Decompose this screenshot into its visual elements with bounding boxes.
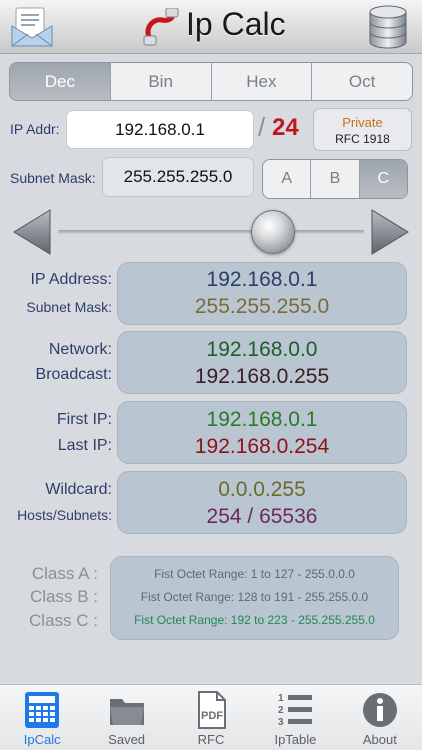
address-type-badge: Private RFC 1918: [313, 108, 412, 151]
tab-ipcalc-label: IpCalc: [23, 732, 61, 747]
prefix-slider-thumb[interactable]: [251, 210, 295, 254]
network-value: 192.168.0.0: [206, 338, 318, 361]
number-base-selector: Dec Bin Hex Oct: [9, 62, 413, 101]
hosts-subnets-value: 254 / 65536: [206, 505, 318, 528]
info-icon: [362, 693, 397, 727]
numbered-list-icon: 123: [278, 693, 313, 728]
tab-saved-label: Saved: [108, 732, 146, 747]
wildcard-value: 0.0.0.255: [218, 478, 306, 501]
class-b-button[interactable]: B: [311, 160, 360, 198]
ip-address-label: IP Addr:: [10, 121, 60, 137]
subnet-mask-result-value: 255.255.255.0: [194, 295, 330, 318]
svg-text:1: 1: [278, 693, 284, 704]
tab-saved[interactable]: Saved: [84, 685, 168, 750]
svg-text:PDF: PDF: [201, 710, 223, 722]
tab-bar: IpCalc Saved PDF RFC 123 IpTable About: [0, 684, 422, 750]
subnet-mask-label: Subnet Mask:: [10, 170, 96, 186]
last-ip-value: 192.168.0.254: [194, 435, 330, 458]
tab-about-label: About: [362, 732, 397, 747]
tab-oct[interactable]: Oct: [312, 63, 412, 100]
tab-iptable[interactable]: 123 IpTable: [253, 685, 337, 750]
mail-icon[interactable]: [10, 6, 54, 48]
class-c-label: Class C :: [29, 611, 98, 630]
class-a-label: Class A :: [31, 564, 98, 583]
tab-about[interactable]: About: [338, 685, 422, 750]
address-type-label: Private: [342, 115, 383, 130]
first-ip-label: First IP:: [56, 411, 112, 428]
tab-rfc[interactable]: PDF RFC: [169, 685, 253, 750]
tab-dec[interactable]: Dec: [10, 63, 111, 100]
tab-iptable-label: IpTable: [274, 732, 317, 747]
app-title: Ip Calc: [186, 6, 286, 42]
prefix-slash: /: [258, 112, 266, 142]
tab-hex[interactable]: Hex: [212, 63, 313, 100]
network-cable-icon: [142, 7, 180, 46]
pdf-icon: PDF: [198, 691, 227, 729]
hosts-subnets-label: Hosts/Subnets:: [17, 507, 112, 523]
prefix-slider-track[interactable]: [58, 230, 364, 234]
class-a-range: Fist Octet Range: 1 to 127 - 255.0.0.0: [154, 567, 355, 581]
broadcast-value: 192.168.0.255: [194, 365, 330, 388]
ip-address-result-label: IP Address:: [30, 271, 112, 288]
network-class-selector: A B C: [262, 159, 408, 199]
class-b-range: Fist Octet Range: 128 to 191 - 255.255.0…: [140, 590, 369, 604]
class-b-label: Class B :: [29, 587, 98, 606]
first-ip-value: 192.168.0.1: [206, 408, 318, 431]
broadcast-label: Broadcast:: [35, 366, 112, 383]
last-ip-label: Last IP:: [57, 437, 112, 454]
decrease-prefix-arrow-icon[interactable]: [12, 208, 52, 256]
class-c-button[interactable]: C: [359, 160, 407, 198]
increase-prefix-arrow-icon[interactable]: [370, 208, 410, 256]
folder-icon: [109, 699, 144, 725]
tab-ipcalc[interactable]: IpCalc: [0, 685, 84, 750]
subnet-mask-result-label: Subnet Mask:: [26, 299, 112, 315]
database-icon[interactable]: [364, 4, 412, 50]
network-label: Network:: [48, 341, 112, 358]
tab-rfc-label: RFC: [197, 732, 225, 747]
address-type-rfc: RFC 1918: [335, 132, 390, 146]
ip-address-input[interactable]: 192.168.0.1: [66, 110, 254, 149]
tab-bin[interactable]: Bin: [111, 63, 212, 100]
class-a-button[interactable]: A: [263, 160, 312, 198]
svg-text:2: 2: [278, 705, 284, 716]
wildcard-label: Wildcard:: [45, 481, 112, 498]
calculator-icon: [25, 692, 60, 728]
cidr-prefix[interactable]: 24: [272, 114, 299, 142]
class-c-range: Fist Octet Range: 192 to 223 - 255.255.2…: [134, 613, 375, 627]
svg-text:3: 3: [278, 717, 284, 728]
ip-address-result-value: 192.168.0.1: [206, 268, 318, 291]
subnet-mask-field[interactable]: 255.255.255.0: [102, 157, 254, 197]
